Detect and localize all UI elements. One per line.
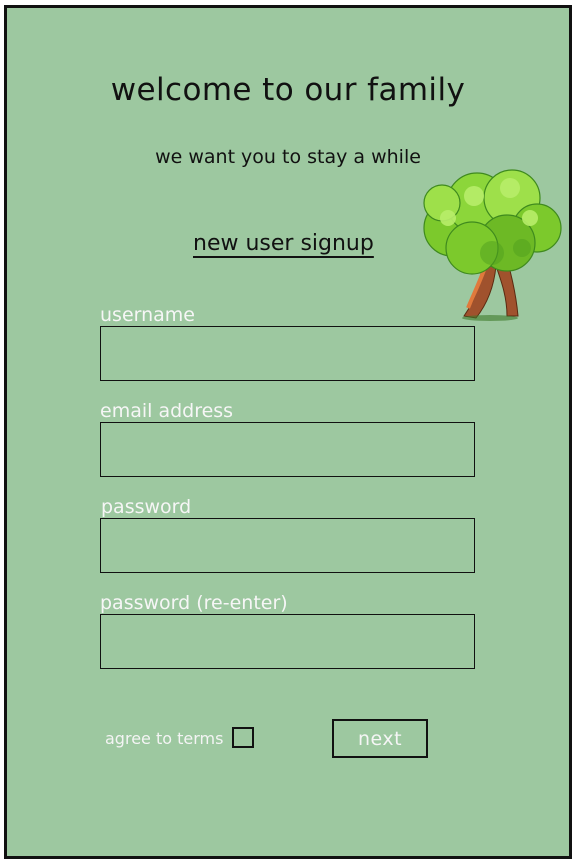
terms-label: agree to terms [105,729,224,748]
next-button[interactable]: next [332,719,428,758]
email-input[interactable] [100,422,475,477]
password-reenter-input[interactable] [100,614,475,669]
email-label: email address [100,400,234,422]
terms-checkbox[interactable] [232,727,254,748]
page-title: welcome to our family [110,72,466,108]
signup-card: welcome to our family we want you to sta… [4,5,572,859]
signup-heading: new user signup [193,231,374,256]
username-input[interactable] [100,326,475,381]
password-label: password [101,496,192,518]
password-input[interactable] [100,518,475,573]
username-label: username [100,304,195,326]
tree-icon [423,169,562,321]
password-reenter-label: password (re-enter) [100,592,288,614]
